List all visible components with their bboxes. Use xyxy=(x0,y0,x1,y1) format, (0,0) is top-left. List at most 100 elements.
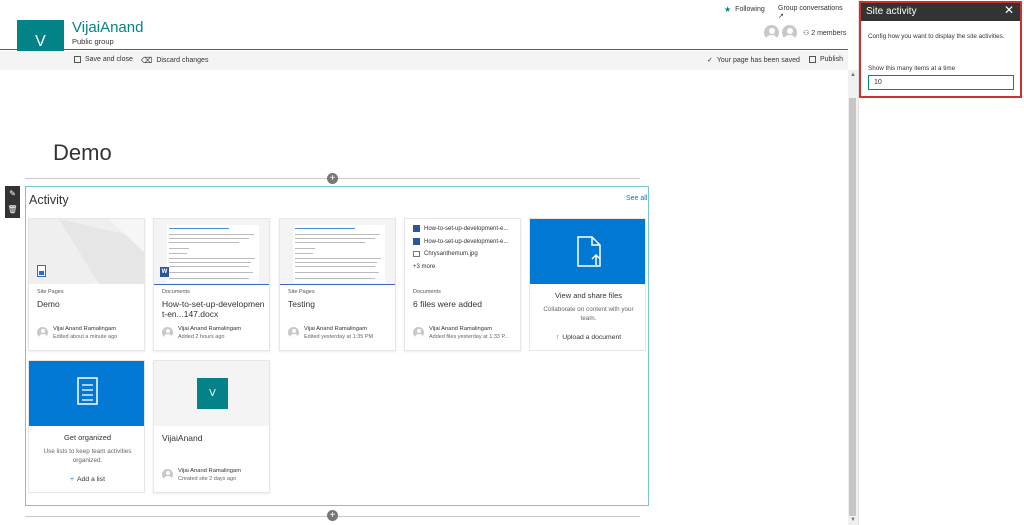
person-name: Vijai Anand Ramalingam xyxy=(53,326,117,332)
highlight-box xyxy=(859,1,1022,98)
more-files-link[interactable]: +3 more xyxy=(413,264,435,270)
group-conversations-link[interactable]: Group conversations ↗ xyxy=(778,5,848,20)
card-thumbnail xyxy=(29,219,144,284)
see-all-link[interactable]: See all xyxy=(626,195,647,202)
member-avatar[interactable] xyxy=(782,25,797,40)
group-name[interactable]: VijaiAnand xyxy=(72,19,143,36)
upload-document-button[interactable]: ↑ Upload a document xyxy=(530,334,645,341)
scroll-down-arrow[interactable]: ▼ xyxy=(848,516,858,524)
card-thumbnail: W xyxy=(154,219,269,284)
webpart-toolbar: ✎ 🗑 xyxy=(5,186,20,218)
discard-changes-label: Discard changes xyxy=(156,57,209,64)
card-thumbnail xyxy=(280,219,395,284)
card-title[interactable]: VijaiAnand xyxy=(162,433,266,443)
add-list-button[interactable]: + Add a list xyxy=(29,476,144,483)
person-name: Vijai Anand Ramalingam xyxy=(178,326,242,332)
add-list-label: Add a list xyxy=(77,476,105,483)
activity-title: Activity xyxy=(29,193,69,207)
thumbnail-underline xyxy=(154,284,269,285)
file-name: Chrysanthemum.jpg xyxy=(424,251,478,257)
publish-icon xyxy=(809,56,816,63)
page-title[interactable]: Demo xyxy=(53,140,112,166)
person-avatar xyxy=(288,327,299,338)
person-name: Vijai Anand Ramalingam xyxy=(178,468,242,474)
following-label: Following xyxy=(735,6,765,13)
members-count: 2 members xyxy=(811,30,847,37)
file-item[interactable]: How-to-set-up-development-e... xyxy=(413,225,508,232)
page-preview xyxy=(293,225,385,283)
discard-icon: ⌫ xyxy=(141,56,153,65)
activity-time: Added 2 hours ago xyxy=(178,334,225,340)
publish-button[interactable]: Publish xyxy=(809,56,843,63)
file-name: How-to-set-up-development-e... xyxy=(424,225,509,232)
card-title[interactable]: How-to-set-up-development-en...147.docx xyxy=(162,299,266,319)
card-banner xyxy=(29,361,144,426)
card-title[interactable]: Testing xyxy=(288,299,392,309)
word-icon: W xyxy=(160,267,169,277)
upload-arrow-icon: ↑ xyxy=(555,334,560,341)
following-button[interactable]: ★ Following xyxy=(724,5,765,14)
activity-card[interactable]: Site Pages Testing Vijai Anand Ramalinga… xyxy=(279,218,396,351)
thumbnail-underline xyxy=(280,284,395,285)
plus-icon: + xyxy=(70,476,74,483)
get-organized-card[interactable]: Get organized Use lists to keep team act… xyxy=(28,360,145,493)
upload-document-label: Upload a document xyxy=(562,334,622,341)
publish-label: Publish xyxy=(820,56,843,63)
star-icon: ★ xyxy=(724,5,732,14)
page-thumbnail-graphic xyxy=(29,219,144,284)
activity-card[interactable]: W Documents How-to-set-up-development-en… xyxy=(153,218,270,351)
card-description: Collaborate on content with your team. xyxy=(543,306,634,322)
activity-card[interactable]: V VijaiAnand Vijai Anand Ramalingam Crea… xyxy=(153,360,270,493)
person-avatar xyxy=(162,469,173,480)
save-and-close-button[interactable]: Save and close xyxy=(74,56,133,63)
save-icon xyxy=(74,56,81,63)
activity-time: Created site 2 days ago xyxy=(178,476,237,482)
scrollbar-thumb[interactable] xyxy=(849,98,856,516)
file-item[interactable]: How-to-set-up-development-e... xyxy=(413,238,508,245)
site-page-icon xyxy=(37,265,46,277)
activity-card[interactable]: Site Pages Demo Vijai Anand Ramalingam E… xyxy=(28,218,145,351)
activity-time: Added files yesterday at 1:33 P... xyxy=(429,334,510,340)
card-banner xyxy=(530,219,645,284)
card-category: Site Pages xyxy=(288,289,315,295)
command-bar: Save and close ⌫ Discard changes ✓ Your … xyxy=(0,51,848,70)
person-name: Vijai Anand Ramalingam xyxy=(304,326,368,332)
site-logo: V xyxy=(197,378,228,409)
discard-changes-button[interactable]: ⌫ Discard changes xyxy=(141,56,208,65)
card-title[interactable]: 6 files were added xyxy=(413,299,517,309)
members-button[interactable]: ⚇ 2 members xyxy=(803,29,846,37)
word-icon xyxy=(413,225,420,232)
upload-document-icon xyxy=(577,236,601,267)
person-avatar xyxy=(413,327,424,338)
view-share-files-card[interactable]: View and share files Collaborate on cont… xyxy=(529,218,646,351)
scroll-up-arrow[interactable]: ▲ xyxy=(848,71,858,79)
card-thumbnail: V xyxy=(154,361,269,426)
card-title: Get organized xyxy=(63,433,112,442)
person-avatar xyxy=(162,327,173,338)
file-item[interactable]: Chrysanthemum.jpg xyxy=(413,251,478,257)
card-title[interactable]: Demo xyxy=(37,299,141,309)
site-initial: V xyxy=(209,388,216,399)
list-icon xyxy=(77,377,98,405)
member-avatar[interactable] xyxy=(764,25,779,40)
image-icon xyxy=(413,251,420,257)
add-section-icon[interactable]: + xyxy=(327,510,338,521)
activity-time: Edited about a minute ago xyxy=(53,334,118,340)
file-name: How-to-set-up-development-e... xyxy=(424,238,509,245)
delete-trash-icon[interactable]: 🗑 xyxy=(5,202,20,218)
card-thumbnail: How-to-set-up-development-e... How-to-se… xyxy=(405,219,520,284)
header-divider xyxy=(0,49,848,50)
person-name: Vijai Anand Ramalingam xyxy=(429,326,493,332)
card-description: Use lists to keep team activities organi… xyxy=(43,448,132,464)
group-type: Public group xyxy=(72,37,114,46)
person-icon: ⚇ xyxy=(803,30,810,37)
edit-pencil-icon[interactable]: ✎ xyxy=(5,186,20,202)
save-and-close-label: Save and close xyxy=(85,56,133,63)
activity-card[interactable]: How-to-set-up-development-e... How-to-se… xyxy=(404,218,521,351)
card-category: Documents xyxy=(413,289,441,295)
save-status-label: Your page has been saved xyxy=(716,56,800,64)
card-title: View and share files xyxy=(555,291,622,300)
check-icon: ✓ xyxy=(707,57,713,64)
document-preview xyxy=(167,225,259,283)
add-section-icon[interactable]: + xyxy=(327,173,338,184)
